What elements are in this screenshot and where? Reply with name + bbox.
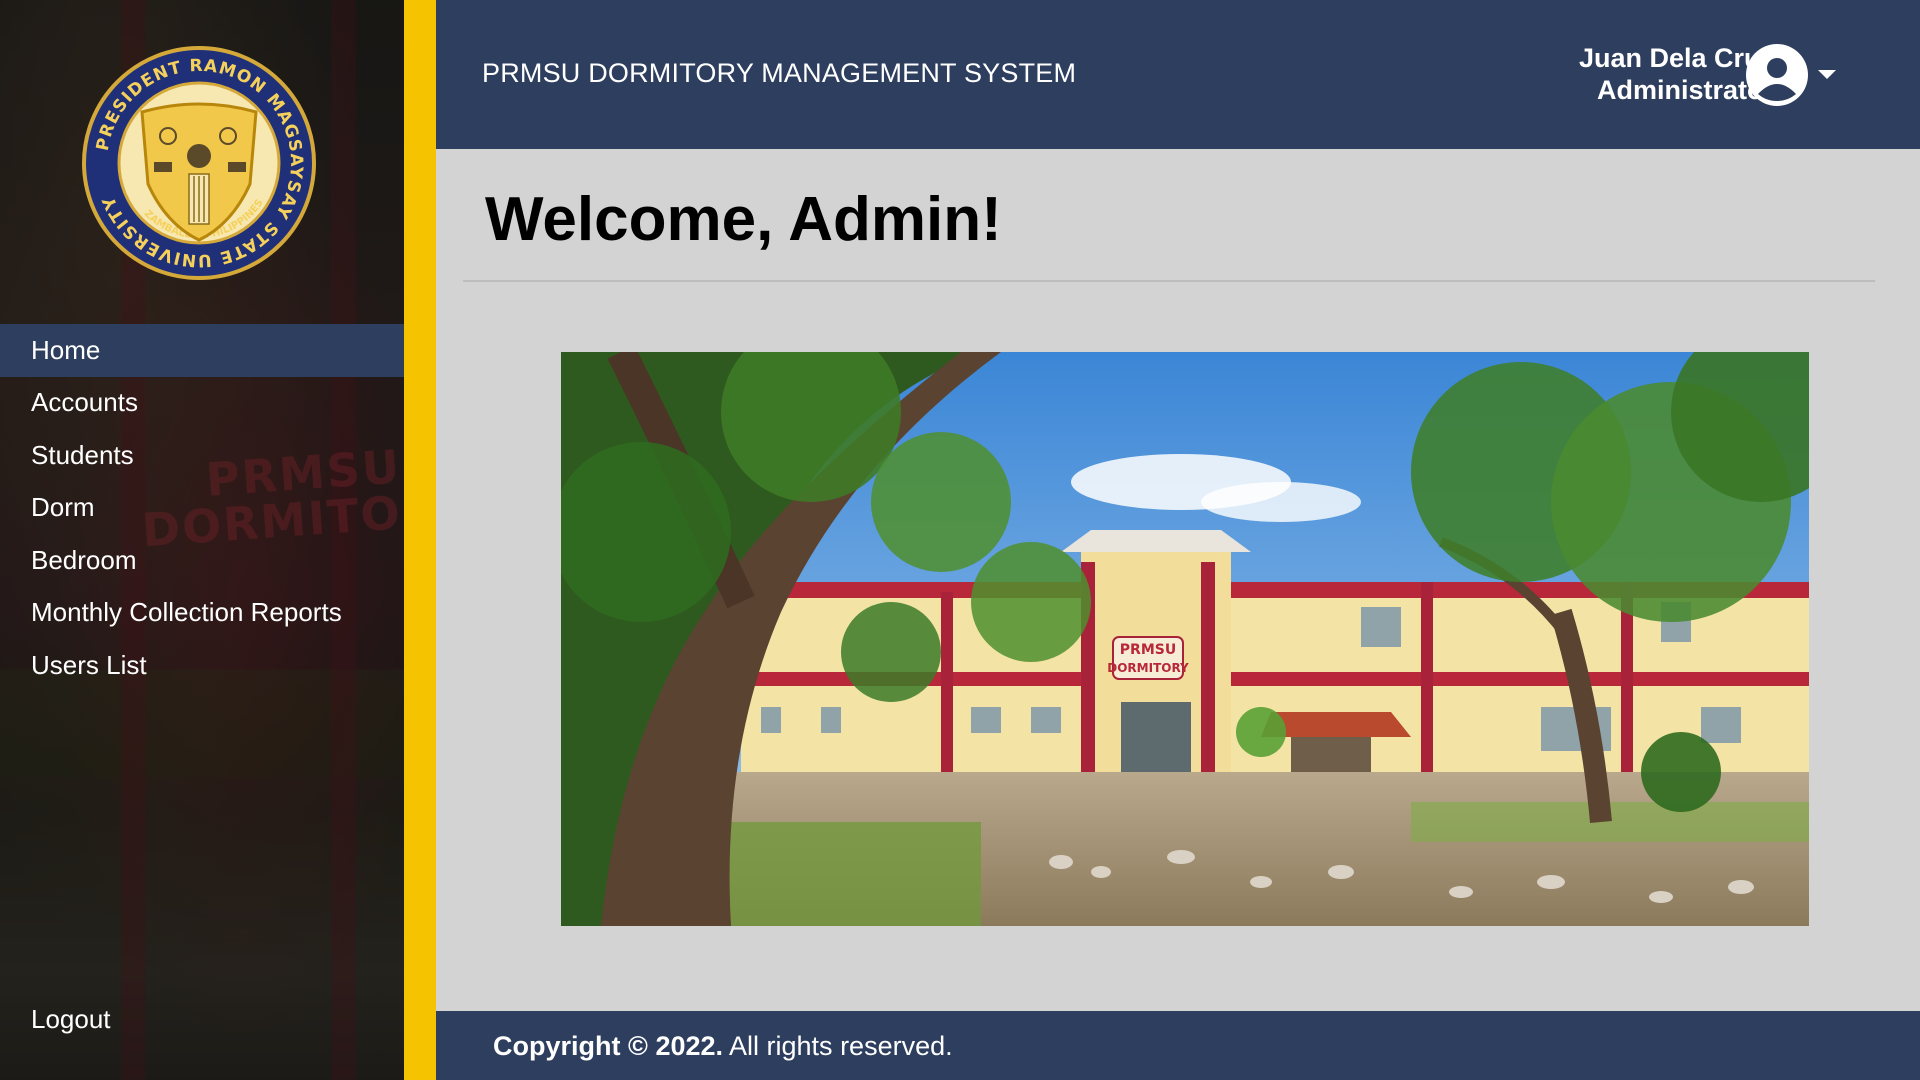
- logout-button[interactable]: Logout: [31, 1004, 111, 1035]
- sidebar-item-monthly-collection-reports[interactable]: Monthly Collection Reports: [0, 587, 404, 640]
- sidebar-item-accounts[interactable]: Accounts: [0, 377, 404, 430]
- svg-text:DORMITORY: DORMITORY: [1107, 661, 1189, 675]
- user-name: Juan Dela Cruz: [1578, 43, 1774, 73]
- sidebar-item-home[interactable]: Home: [0, 324, 404, 377]
- sidebar-item-dorm[interactable]: Dorm: [0, 482, 404, 535]
- sidebar-item-users-list[interactable]: Users List: [0, 639, 404, 692]
- sidebar-item-label: Accounts: [31, 387, 138, 418]
- sidebar-item-students[interactable]: Students: [0, 429, 404, 482]
- accent-bar: [404, 0, 436, 1080]
- user-info: Juan Dela Cruz Administrator: [1579, 42, 1774, 106]
- copyright-icon: ©: [628, 1031, 648, 1061]
- top-header: PRMSU DORMITORY MANAGEMENT SYSTEM Juan D…: [436, 0, 1920, 149]
- sidebar-item-label: Students: [31, 439, 134, 470]
- university-logo: PRESIDENT RAMON MAGSAYSAY STATE UNIVERSI…: [82, 44, 316, 282]
- caret-down-icon[interactable]: [1818, 70, 1836, 79]
- user-circle-icon[interactable]: [1746, 44, 1808, 106]
- sidebar-nav: Home Accounts Students Dorm Bedroom Mont…: [0, 324, 404, 692]
- sidebar-item-label: Home: [31, 334, 101, 365]
- app-title: PRMSU DORMITORY MANAGEMENT SYSTEM: [482, 58, 1077, 88]
- sidebar: PRMSU DORMITORY PRESIDENT RAMON MAGSAYSA…: [0, 0, 404, 1080]
- dormitory-photo: PRMSU DORMITORY: [561, 352, 1809, 926]
- user-role: Administrator: [1596, 75, 1774, 105]
- svg-text:PRMSU: PRMSU: [1120, 642, 1176, 658]
- divider: [463, 280, 1875, 282]
- sidebar-item-bedroom[interactable]: Bedroom: [0, 534, 404, 587]
- sidebar-item-label: Dorm: [31, 492, 95, 523]
- sidebar-item-label: Users List: [31, 649, 147, 680]
- copyright-text: Copyright © 2022. All rights reserved.: [493, 1031, 953, 1061]
- sidebar-item-label: Monthly Collection Reports: [31, 597, 342, 628]
- page-title: Welcome, Admin!: [485, 185, 1002, 254]
- sidebar-item-label: Bedroom: [31, 544, 137, 575]
- footer: Copyright © 2022. All rights reserved.: [436, 1011, 1920, 1080]
